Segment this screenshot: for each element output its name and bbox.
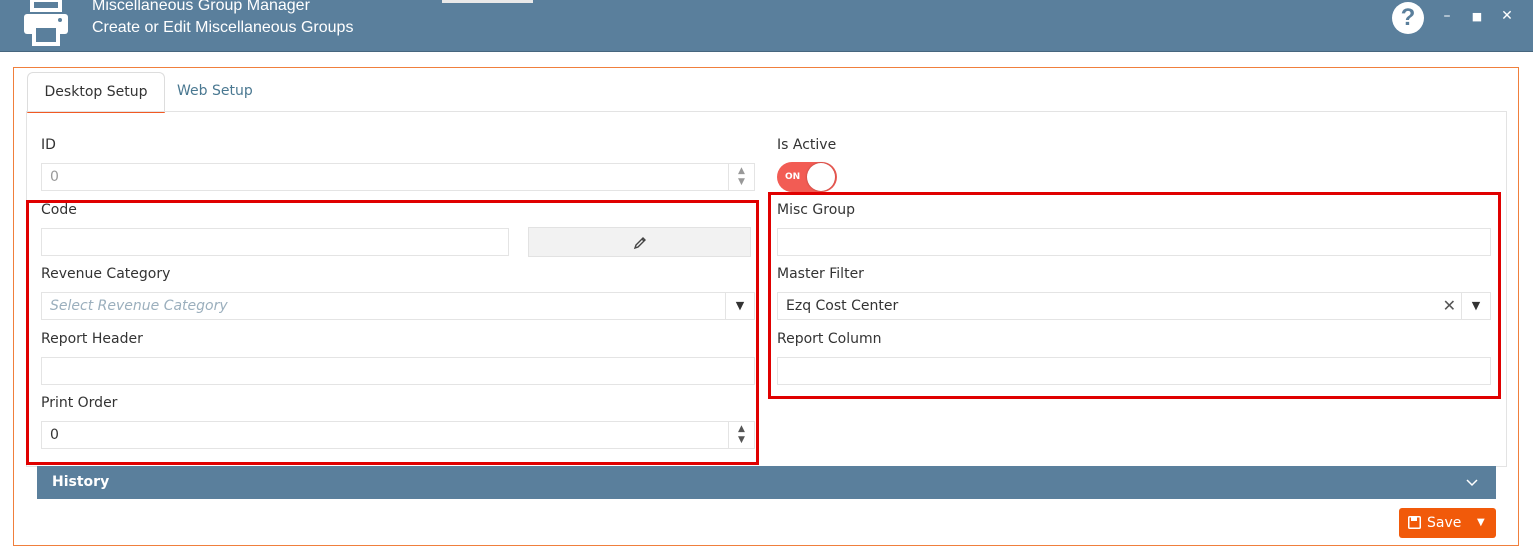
revenue-category-label: Revenue Category [41, 266, 171, 282]
history-label: History [52, 474, 110, 490]
minimize-button[interactable]: – [1437, 8, 1457, 24]
code-label: Code [41, 202, 77, 218]
floppy-disk-icon [1408, 516, 1421, 529]
misc-group-label: Misc Group [777, 202, 856, 218]
clear-icon[interactable]: ✕ [1443, 293, 1456, 319]
report-header-input[interactable] [41, 357, 755, 385]
id-spinner[interactable]: ▲ ▼ [728, 164, 754, 190]
master-filter-select[interactable]: Ezq Cost Center ✕ ▼ [777, 292, 1491, 320]
id-input[interactable]: 0 ▲ ▼ [41, 163, 755, 191]
id-value: 0 [50, 169, 59, 185]
maximize-button[interactable]: ■ [1467, 10, 1487, 23]
master-filter-value: Ezq Cost Center [786, 298, 899, 314]
printer-icon [24, 0, 68, 46]
title-tab-indicator [442, 0, 533, 3]
save-button[interactable]: Save ▼ [1399, 508, 1496, 538]
master-filter-label: Master Filter [777, 266, 864, 282]
help-icon[interactable]: ? [1392, 2, 1424, 34]
misc-group-input[interactable] [777, 228, 1491, 256]
window-title: Miscellaneous Group Manager [92, 0, 310, 14]
revenue-category-select[interactable]: Select Revenue Category ▼ [41, 292, 755, 320]
report-column-input[interactable] [777, 357, 1491, 385]
title-bar: Miscellaneous Group Manager Create or Ed… [0, 0, 1533, 52]
chevron-down-icon [1466, 479, 1478, 487]
id-label: ID [41, 137, 56, 153]
is-active-toggle[interactable]: ON [777, 162, 837, 192]
history-section-header[interactable]: History [37, 466, 1496, 499]
revenue-category-placeholder: Select Revenue Category [50, 298, 228, 314]
print-order-value: 0 [50, 427, 59, 443]
print-order-spinner[interactable]: ▲ ▼ [728, 422, 754, 448]
print-order-label: Print Order [41, 395, 118, 411]
toggle-knob [807, 163, 835, 191]
print-order-input[interactable]: 0 ▲ ▼ [41, 421, 755, 449]
save-label: Save [1427, 515, 1462, 531]
edit-code-button[interactable] [528, 227, 751, 257]
window-subtitle: Create or Edit Miscellaneous Groups [92, 19, 354, 36]
is-active-label: Is Active [777, 137, 837, 153]
chevron-down-icon[interactable]: ▼ [1461, 293, 1490, 319]
code-input[interactable] [41, 228, 509, 256]
tab-desktop-setup[interactable]: Desktop Setup [27, 72, 165, 113]
save-dropdown-icon[interactable]: ▼ [1477, 508, 1485, 538]
report-column-label: Report Column [777, 331, 882, 347]
chevron-down-icon[interactable]: ▼ [725, 293, 754, 319]
tab-web-setup[interactable]: Web Setup [177, 72, 253, 110]
report-header-label: Report Header [41, 331, 143, 347]
toggle-on-text: ON [785, 172, 801, 182]
close-button[interactable]: ✕ [1497, 8, 1517, 24]
pencil-icon [633, 236, 646, 249]
